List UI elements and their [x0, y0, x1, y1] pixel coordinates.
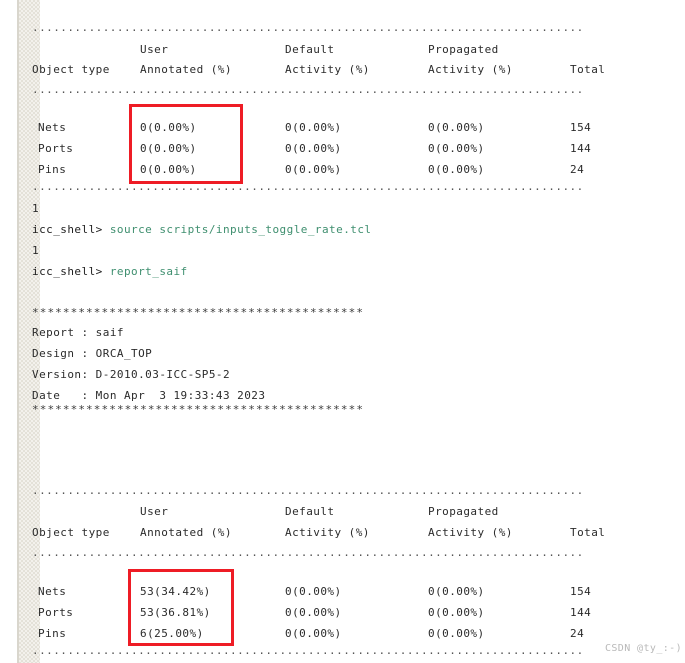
report-field-design: Design : ORCA_TOP	[32, 348, 152, 360]
report-field-value: ORCA_TOP	[95, 347, 153, 360]
table-top-header-total: Total	[570, 63, 606, 76]
command-line-1: icc_shell> source scripts/inputs_toggle_…	[32, 224, 372, 236]
table-row: 53(36.81%)	[140, 606, 211, 619]
command-text-report-saif: report_saif	[109, 265, 188, 278]
table-row: 154	[570, 121, 592, 134]
report-field-value: saif	[95, 326, 124, 339]
report-field-version: Version: D-2010.03-ICC-SP5-2	[32, 369, 230, 381]
table-top-rule-mid: ........................................…	[32, 84, 584, 96]
table-row: 0(0.00%)	[140, 163, 197, 176]
return-value-1: 1	[32, 202, 40, 215]
report-field-date: Date : Mon Apr 3 19:33:43 2023	[32, 390, 265, 402]
table-row: 0(0.00%)	[285, 585, 342, 598]
table-row: Nets	[38, 585, 67, 598]
table-row: 0(0.00%)	[285, 163, 342, 176]
report-banner-top: ****************************************…	[32, 306, 365, 319]
table-row: 144	[570, 142, 592, 155]
table-bottom-header-annotated: Annotated (%)	[140, 526, 232, 539]
table-row: 0(0.00%)	[140, 121, 197, 134]
shell-prompt: icc_shell>	[32, 223, 103, 236]
table-bottom-header-object-type: Object type	[32, 526, 110, 539]
table-row: Ports	[38, 142, 74, 155]
table-row: 0(0.00%)	[140, 142, 197, 155]
table-row: Nets	[38, 121, 67, 134]
table-row: 0(0.00%)	[428, 163, 485, 176]
report-field-sep: :	[81, 326, 96, 339]
report-field-value: D-2010.03-ICC-SP5-2	[95, 368, 231, 381]
report-field-report: Report : saif	[32, 327, 124, 339]
table-row: 154	[570, 585, 592, 598]
table-bottom-header-propagated: Propagated	[428, 505, 499, 518]
report-field-label: Version	[32, 368, 82, 381]
report-field-sep: :	[81, 389, 96, 402]
table-bottom-rule-mid: ........................................…	[32, 547, 584, 559]
table-bottom-rule-upper: ........................................…	[32, 485, 584, 497]
table-row: 0(0.00%)	[428, 627, 485, 640]
command-text-source-script: source scripts/inputs_toggle_rate.tcl	[109, 223, 372, 236]
report-field-label: Design	[32, 347, 82, 360]
table-row: 0(0.00%)	[285, 121, 342, 134]
table-row: Pins	[38, 627, 67, 640]
table-top-rule-upper: ........................................…	[32, 22, 584, 34]
command-line-2: icc_shell> report_saif	[32, 266, 188, 278]
table-row: 0(0.00%)	[428, 142, 485, 155]
table-top-header-activity-propagated: Activity (%)	[428, 63, 513, 76]
table-bottom-header-total: Total	[570, 526, 606, 539]
table-row: 0(0.00%)	[428, 606, 485, 619]
table-top-rule-lower: ........................................…	[32, 181, 584, 193]
table-top-header-annotated: Annotated (%)	[140, 63, 232, 76]
table-bottom-header-user: User	[140, 505, 169, 518]
report-field-sep: :	[81, 368, 96, 381]
table-row: 0(0.00%)	[428, 585, 485, 598]
table-row: 0(0.00%)	[285, 627, 342, 640]
table-row: 53(34.42%)	[140, 585, 211, 598]
return-value-2: 1	[32, 244, 40, 257]
table-row: Ports	[38, 606, 74, 619]
table-top-header-default: Default	[285, 43, 335, 56]
table-bottom-rule-lower: ........................................…	[32, 645, 584, 657]
report-banner-bottom: ****************************************…	[32, 403, 365, 416]
table-row: 0(0.00%)	[285, 142, 342, 155]
table-top-header-user: User	[140, 43, 169, 56]
report-field-label: Report	[32, 326, 82, 339]
table-row: 24	[570, 163, 585, 176]
table-bottom-header-default: Default	[285, 505, 335, 518]
table-top-header-object-type: Object type	[32, 63, 110, 76]
table-top-header-activity-default: Activity (%)	[285, 63, 370, 76]
terminal-output: ........................................…	[0, 0, 685, 663]
report-field-label: Date	[32, 389, 82, 402]
report-field-value: Mon Apr 3 19:33:43 2023	[95, 389, 266, 402]
csdn-watermark: CSDN @ty_:-)	[604, 643, 682, 654]
table-bottom-header-activity-propagated: Activity (%)	[428, 526, 513, 539]
table-row: 144	[570, 606, 592, 619]
report-field-sep: :	[81, 347, 96, 360]
table-bottom-header-activity-default: Activity (%)	[285, 526, 370, 539]
shell-prompt: icc_shell>	[32, 265, 103, 278]
table-top-header-propagated: Propagated	[428, 43, 499, 56]
table-row: 0(0.00%)	[285, 606, 342, 619]
table-row: Pins	[38, 163, 67, 176]
table-row: 6(25.00%)	[140, 627, 204, 640]
table-row: 0(0.00%)	[428, 121, 485, 134]
table-row: 24	[570, 627, 585, 640]
